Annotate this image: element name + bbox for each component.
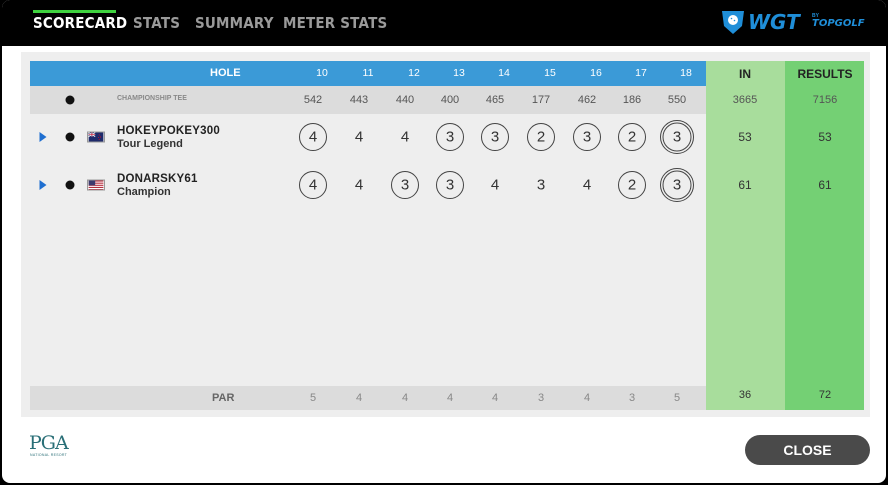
- hole-score: 4: [354, 176, 364, 194]
- golf-ball-shield-icon: [722, 11, 744, 34]
- tee-yardage: 400: [440, 94, 460, 106]
- par-in-total: 36: [738, 389, 752, 401]
- hole-score: 2: [627, 128, 637, 146]
- usa-flag-icon: [87, 179, 105, 191]
- hole-label: HOLE: [210, 67, 241, 79]
- hole-score: 4: [308, 128, 318, 146]
- tee-marker-icon: [65, 132, 75, 142]
- player-in-total: 53: [738, 130, 752, 144]
- hole-score: 4: [308, 176, 318, 194]
- wgt-logo-text: WGT: [748, 10, 800, 34]
- player-title: Champion: [117, 186, 171, 198]
- hole-number: 12: [408, 67, 420, 79]
- player-in-total: 61: [738, 178, 752, 192]
- par-value: 4: [401, 392, 409, 404]
- par-value: 4: [491, 392, 499, 404]
- tee-in-total: 3665: [732, 94, 758, 106]
- hole-number: 14: [498, 67, 510, 79]
- tee-yardage: 550: [667, 94, 687, 106]
- par-value: 5: [309, 392, 317, 404]
- in-label: IN: [739, 67, 751, 81]
- par-results-total: 72: [818, 389, 832, 401]
- par-value: 3: [628, 392, 636, 404]
- expand-player-icon[interactable]: [39, 132, 47, 142]
- active-tab-underline: [33, 10, 116, 13]
- hole-score: 3: [582, 128, 592, 146]
- tee-marker-icon: [65, 180, 75, 190]
- tee-marker-icon: [65, 95, 75, 105]
- pga-national-resort-logo: PGA NATIONAL RESORT: [29, 432, 77, 462]
- hole-score: 4: [354, 128, 364, 146]
- tab-scorecard[interactable]: SCORECARD: [33, 14, 127, 32]
- wgt-topgolf-logo: WGT BY TOPGOLF: [720, 8, 872, 36]
- top-nav-bar: SCORECARD STATS SUMMARY METER STATS WGT …: [2, 0, 886, 46]
- hole-number: 11: [362, 67, 374, 79]
- expand-player-icon[interactable]: [39, 180, 47, 190]
- par-value: 3: [537, 392, 545, 404]
- scorecard-window: SCORECARD STATS SUMMARY METER STATS WGT …: [2, 0, 886, 483]
- player-name[interactable]: HOKEYPOKEY300: [117, 125, 220, 137]
- par-value: 4: [355, 392, 363, 404]
- hole-score: 3: [536, 176, 546, 194]
- player-results-total: 53: [818, 130, 832, 144]
- hole-number: 13: [453, 67, 465, 79]
- par-value: 5: [673, 392, 681, 404]
- topgolf-logo-text: TOPGOLF: [812, 18, 865, 29]
- hole-score: 2: [627, 176, 637, 194]
- par-label: PAR: [212, 392, 235, 404]
- tee-yardage: 462: [577, 94, 597, 106]
- results-label: RESULTS: [797, 67, 853, 81]
- tab-stats[interactable]: STATS: [133, 14, 180, 32]
- hole-score: 2: [536, 128, 546, 146]
- player-results-total: 61: [818, 178, 832, 192]
- hole-number: 10: [316, 67, 328, 79]
- tee-label: CHAMPIONSHIP TEE: [117, 95, 187, 102]
- player-name[interactable]: DONARSKY61: [117, 173, 198, 185]
- tee-yardage: 443: [349, 94, 369, 106]
- pga-logo-text: PGA: [29, 432, 69, 454]
- hole-score: 3: [400, 176, 410, 194]
- player-title: Tour Legend: [117, 138, 183, 150]
- scorecard-panel: HOLE 10 11 12 13 14 15 16 17 18 IN RESUL…: [21, 52, 870, 417]
- hole-number: 17: [635, 67, 647, 79]
- hole-score: 3: [490, 128, 500, 146]
- hole-score: 3: [445, 128, 455, 146]
- tee-yardage: 186: [622, 94, 642, 106]
- hole-score: 3: [445, 176, 455, 194]
- pga-logo-subtext: NATIONAL RESORT: [30, 453, 68, 457]
- tee-yardage: 440: [395, 94, 415, 106]
- close-button[interactable]: CLOSE: [745, 435, 870, 465]
- par-value: 4: [446, 392, 454, 404]
- hole-number: 15: [544, 67, 556, 79]
- hole-score: 4: [490, 176, 500, 194]
- tab-meter-stats[interactable]: METER STATS: [283, 14, 387, 32]
- hole-score: 4: [582, 176, 592, 194]
- hole-score: 3: [672, 128, 682, 146]
- hole-number: 16: [590, 67, 602, 79]
- tee-results-total: 7156: [812, 94, 838, 106]
- hole-score: 3: [672, 176, 682, 194]
- new-zealand-flag-icon: [87, 131, 105, 143]
- par-value: 4: [583, 392, 591, 404]
- tee-yardage: 177: [531, 94, 551, 106]
- hole-number: 18: [680, 67, 692, 79]
- hole-score: 4: [400, 128, 410, 146]
- tab-summary[interactable]: SUMMARY: [195, 14, 274, 32]
- tee-yardage: 465: [485, 94, 505, 106]
- tee-yardage: 542: [303, 94, 323, 106]
